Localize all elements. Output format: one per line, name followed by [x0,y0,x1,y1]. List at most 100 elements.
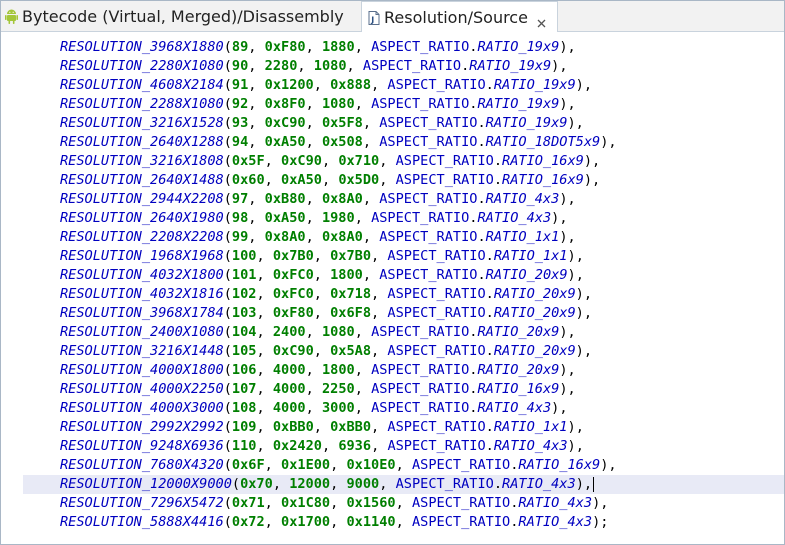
width-value: 0x1E00 [281,457,331,473]
line-terminator: , [583,343,593,359]
line-terminator: , [575,438,584,454]
punctuation: , [313,286,331,302]
ordinal-value: 0x70 [240,476,273,492]
punctuation: ( [223,438,232,454]
code-line[interactable]: RESOLUTION_4608X2184(91, 0x1200, 0x888, … [1,76,784,95]
width-value: 0x8F0 [264,96,306,112]
code-line[interactable]: RESOLUTION_12000X9000(0x70, 12000, 9000,… [23,475,784,494]
aspect-ratio-value: RATIO_16x9 [518,457,601,473]
enum-constant-prefix: RESOLUTION_ [60,362,151,378]
code-line[interactable]: RESOLUTION_7680X4320(0x6F, 0x1E00, 0x10E… [1,456,784,475]
tab-resolution-source[interactable]: J Resolution/Source [362,1,558,32]
width-value: 12000 [289,476,331,492]
punctuation: , [305,381,322,397]
punctuation: , [354,400,372,416]
code-line[interactable]: RESOLUTION_2640X1488(0x60, 0xA50, 0x5D0,… [1,171,784,190]
punctuation: , [305,362,322,378]
aspect-ratio-class: ASPECT_RATIO [387,305,486,321]
height-value: 0xBB0 [330,419,372,435]
punctuation: ( [223,267,232,283]
line-terminator: , [559,400,568,416]
code-line[interactable]: RESOLUTION_2288X1080(92, 0x8F0, 1080, AS… [1,95,784,114]
punctuation: ( [223,495,232,511]
code-line[interactable]: RESOLUTION_4000X3000(108, 4000, 3000, AS… [1,399,784,418]
punctuation: , [256,267,273,283]
code-line[interactable]: RESOLUTION_5888X4416(0x72, 0x1700, 0x114… [1,513,784,532]
height-value: 1080 [313,58,347,74]
code-line[interactable]: RESOLUTION_2400X1080(104, 2400, 1080, AS… [1,323,784,342]
enum-constant-name: 3968X1880 [150,39,224,55]
punctuation: , [354,39,372,55]
aspect-ratio-value: RATIO_4x3 [493,438,568,454]
ordinal-value: 0x5F [231,153,265,169]
width-value: 0xF80 [264,39,306,55]
punctuation: , [248,210,265,226]
aspect-ratio-class: ASPECT_RATIO [371,324,470,340]
tab-bytecode-disassembly[interactable]: Bytecode (Virtual, Merged)/Disassembly [1,1,362,31]
punctuation: ( [231,476,241,492]
code-line[interactable]: RESOLUTION_3216X1808(0x5F, 0xC90, 0x710,… [1,152,784,171]
punctuation: ( [223,172,232,188]
punctuation: , [354,96,372,112]
enum-constant-name: 3968X1784 [150,305,224,321]
line-terminator: , [567,39,576,55]
aspect-ratio-value: RATIO_16x9 [502,153,584,169]
enum-constant-prefix: RESOLUTION_ [60,134,151,150]
width-value: 0xA50 [281,172,322,188]
code-line[interactable]: RESOLUTION_2944X2208(97, 0xB80, 0x8A0, A… [1,190,784,209]
code-line[interactable]: RESOLUTION_3968X1784(103, 0xF80, 0x6F8, … [1,304,784,323]
code-line[interactable]: RESOLUTION_7296X5472(0x71, 0x1C80, 0x156… [1,494,784,513]
width-value: 2280 [264,58,298,74]
code-line[interactable]: RESOLUTION_3968X1880(89, 0xF80, 1880, AS… [1,38,784,57]
source-editor[interactable]: RESOLUTION_3968X1880(89, 0xF80, 1880, AS… [1,32,784,544]
close-icon[interactable] [537,13,546,27]
ordinal-value: 91 [231,77,249,93]
enum-constant-prefix: RESOLUTION_ [60,172,151,188]
code-line[interactable]: RESOLUTION_2992X2992(109, 0xBB0, 0xBB0, … [1,418,784,437]
aspect-ratio-class: ASPECT_RATIO [395,172,494,188]
code-line[interactable]: RESOLUTION_4032X1800(101, 0xFC0, 1800, A… [1,266,784,285]
aspect-ratio-class: ASPECT_RATIO [387,286,486,302]
punctuation: ( [223,77,232,93]
punctuation: , [305,39,322,55]
code-line[interactable]: RESOLUTION_9248X6936(110, 0x2420, 6936, … [1,437,784,456]
punctuation: ) [567,438,576,454]
punctuation: . [477,115,486,131]
code-line[interactable]: RESOLUTION_2640X1288(94, 0xA50, 0x508, A… [1,133,784,152]
code-line[interactable]: RESOLUTION_3216X1528(93, 0xC90, 0x5F8, A… [1,114,784,133]
punctuation: , [313,248,331,264]
aspect-ratio-class: ASPECT_RATIO [411,457,511,473]
enum-constant-prefix: RESOLUTION_ [60,248,151,264]
code-line[interactable]: RESOLUTION_2280X1080(90, 2280, 1080, ASP… [1,57,784,76]
punctuation: ) [575,286,584,302]
code-area[interactable]: RESOLUTION_3968X1880(89, 0xF80, 1880, AS… [1,38,784,532]
ordinal-value: 101 [231,267,257,283]
punctuation: , [362,134,380,150]
enum-constant-prefix: RESOLUTION_ [60,305,151,321]
code-line[interactable]: RESOLUTION_1968X1968(100, 0x7B0, 0x7B0, … [1,247,784,266]
line-terminator: , [567,96,576,112]
height-value: 0x1560 [346,495,396,511]
ordinal-value: 110 [231,438,257,454]
tab-label: Bytecode (Virtual, Merged)/Disassembly [22,6,344,26]
code-line[interactable]: RESOLUTION_4000X1800(106, 4000, 1800, AS… [1,361,784,380]
code-line[interactable]: RESOLUTION_2640X1980(98, 0xA50, 1980, AS… [1,209,784,228]
punctuation: , [371,419,388,435]
punctuation: ) [559,191,568,207]
code-line[interactable]: RESOLUTION_4032X1816(102, 0xFC0, 0x718, … [1,285,784,304]
punctuation: , [264,514,282,530]
punctuation: , [256,419,273,435]
aspect-ratio-class: ASPECT_RATIO [379,134,478,150]
punctuation: , [248,39,265,55]
code-line[interactable]: RESOLUTION_4000X2250(107, 4000, 2250, AS… [1,380,784,399]
punctuation: . [485,286,494,302]
aspect-ratio-value: RATIO_4x3 [502,476,576,492]
punctuation: , [256,286,273,302]
code-line[interactable]: RESOLUTION_3216X1448(105, 0xC90, 0x5A8, … [1,342,784,361]
ordinal-value: 107 [231,381,257,397]
enum-constant-name: 2640X1488 [150,172,224,188]
enum-constant-name: 1968X1968 [150,248,224,264]
width-value: 0x7B0 [272,248,314,264]
code-line[interactable]: RESOLUTION_2208X2208(99, 0x8A0, 0x8A0, A… [1,228,784,247]
text-caret [593,476,595,492]
